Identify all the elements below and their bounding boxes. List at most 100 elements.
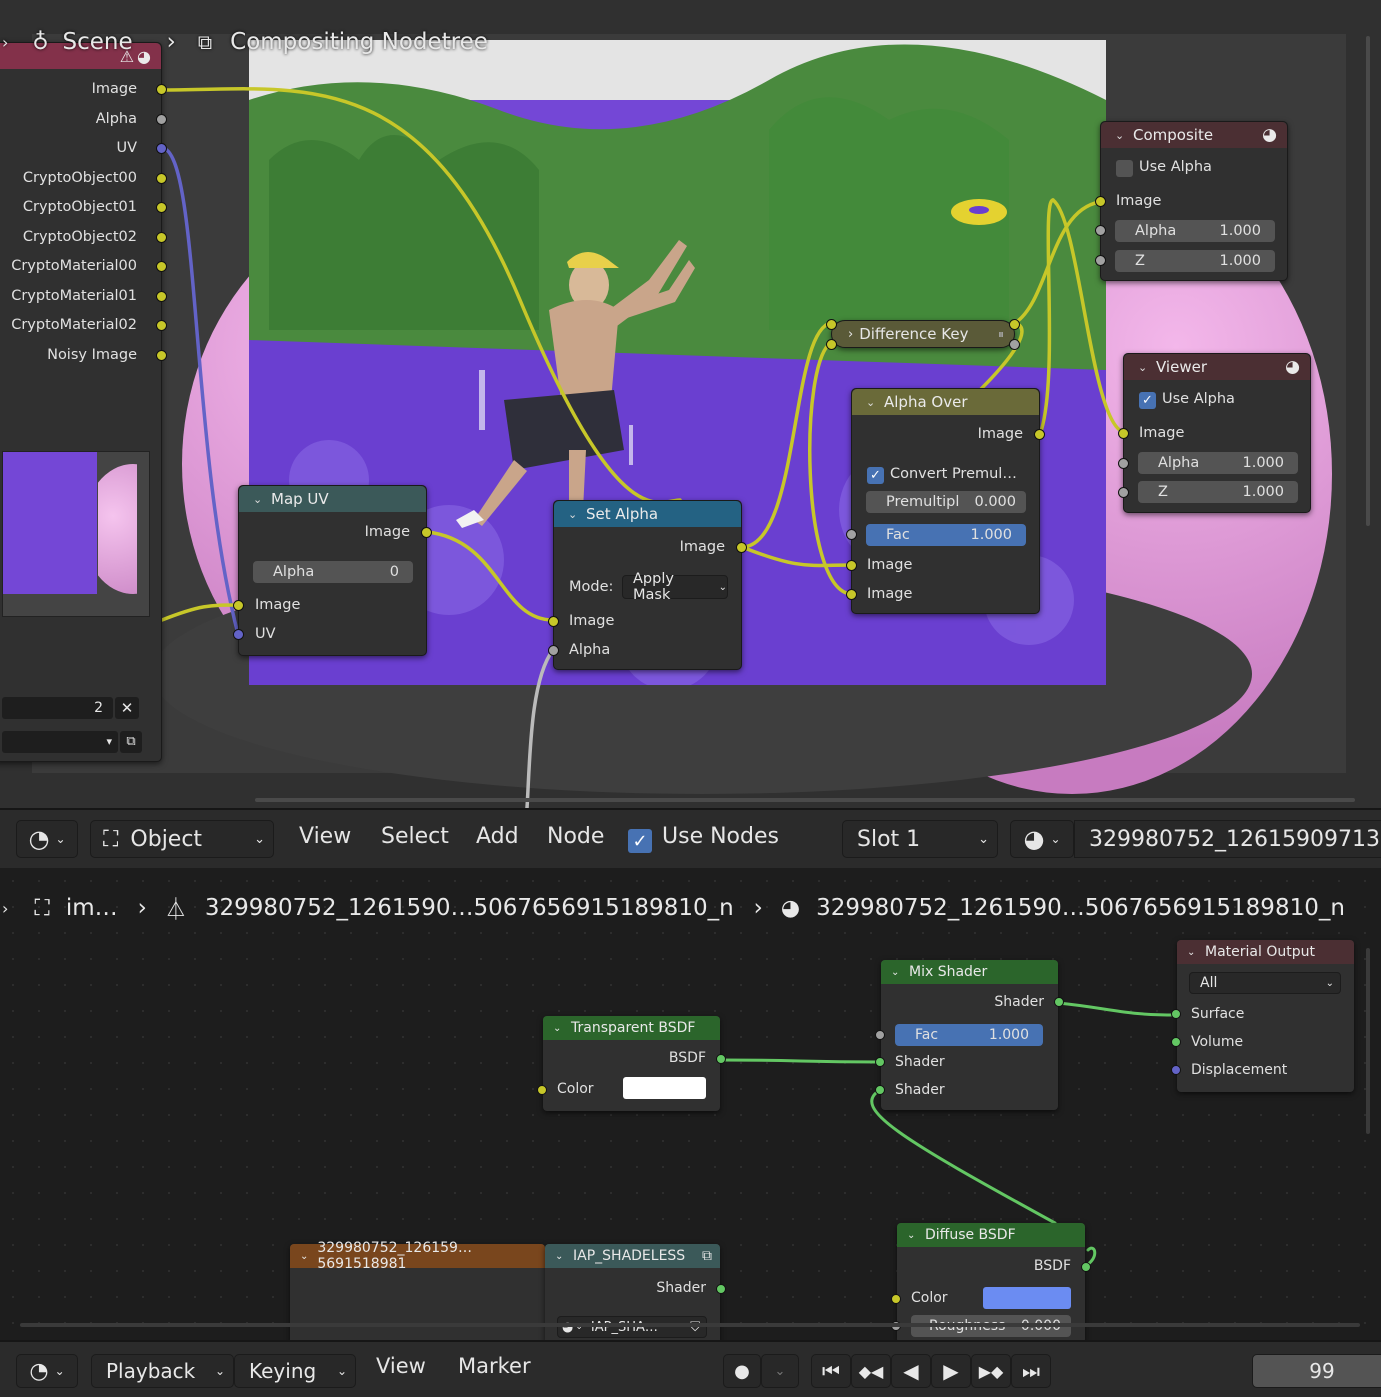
iap-shadeless-header[interactable]: ⌄ IAP_SHADELESS ⧉ [545,1244,720,1268]
composite-alpha-field[interactable]: Alpha 1.000 [1115,220,1275,242]
mix-shader-input1-socket[interactable] [875,1057,885,1067]
timeline-menu-marker[interactable]: Marker [458,1354,531,1378]
viewer-z-field[interactable]: Z 1.000 [1138,481,1298,503]
composite-header[interactable]: ⌄ Composite ◕ [1101,122,1287,148]
fake-user-shield-icon[interactable]: ⛉ [690,1320,700,1335]
material-output-displacement-socket[interactable] [1171,1065,1181,1075]
layer-select-dropdown[interactable]: ▾ [2,731,118,753]
material-output-header[interactable]: ⌄ Material Output [1177,940,1354,964]
mix-shader-node[interactable]: ⌄ Mix Shader Shader Fac 1.000 Shader Shade… [875,960,1064,1110]
compositor-vertical-scrollbar[interactable] [1366,36,1370,526]
map-uv-header[interactable]: ⌄ Map UV [239,486,426,512]
current-frame-field[interactable]: 99 [1252,1354,1381,1388]
collapse-chevron-icon[interactable]: ⌄ [553,1023,563,1034]
composite-alpha-socket[interactable] [1095,225,1106,236]
transparent-bsdf-header[interactable]: ⌄ Transparent BSDF [543,1016,720,1040]
playback-dropdown[interactable]: Playback ⌄ [91,1354,234,1388]
collapse-chevron-icon[interactable]: ⌄ [253,493,263,506]
mix-shader-input2-socket[interactable] [875,1085,885,1095]
material-browse-button[interactable]: ◕ ⌄ [1010,820,1074,858]
layer-remove-button[interactable]: ✕ [115,697,139,719]
keying-dropdown[interactable]: Keying ⌄ [234,1354,356,1388]
menu-select[interactable]: Select [381,824,449,849]
collapse-chevron-icon[interactable]: ⌄ [555,1251,565,1262]
render-layers-output-socket[interactable] [156,261,167,272]
layer-count-field[interactable]: 2 [2,697,113,719]
alpha-over-node[interactable]: ⌄ Alpha Over Image ✓ Convert Premul… Prem… [846,388,1045,614]
render-layers-output-socket[interactable] [156,172,167,184]
composite-use-alpha-checkbox[interactable] [1116,160,1133,177]
render-layers-output-socket[interactable] [156,84,167,95]
expand-chevron-icon[interactable]: › [848,327,853,342]
alpha-over-header[interactable]: ⌄ Alpha Over [852,389,1039,415]
diffuse-bsdf-color-swatch[interactable] [983,1287,1071,1309]
collapse-chevron-icon[interactable]: ⌄ [907,1230,917,1241]
composite-z-socket[interactable] [1095,255,1106,266]
shader-horizontal-scrollbar[interactable] [20,1323,1360,1327]
viewer-alpha-socket[interactable] [1118,458,1129,469]
alpha-over-input-image1-socket[interactable] [846,560,857,571]
set-alpha-mode-select[interactable]: Apply Mask ⌄ [622,571,728,603]
set-alpha-input-image-socket[interactable] [548,616,559,627]
convert-premul-checkbox[interactable]: ✓ [867,467,884,484]
render-layers-output-socket[interactable] [156,143,167,154]
viewer-input-image-socket[interactable] [1118,428,1129,439]
jump-to-prev-keyframe-button[interactable]: ◆◀ [851,1354,891,1388]
menu-node[interactable]: Node [547,824,604,849]
composite-input-image-socket[interactable] [1095,196,1106,207]
map-uv-input-uv-socket[interactable] [233,629,244,640]
object-mode-dropdown[interactable]: ⛶ Object ⌄ [90,820,274,858]
timeline-editor-type-button[interactable]: ◔ ⌄ [16,1354,78,1388]
alpha-over-input-image2-socket[interactable] [846,589,857,600]
viewer-z-socket[interactable] [1118,487,1129,498]
viewer-use-alpha-checkbox[interactable]: ✓ [1139,392,1156,409]
collapse-chevron-icon[interactable]: ⌄ [568,508,578,521]
compositor-horizontal-scrollbar[interactable] [255,798,1355,802]
material-name-field[interactable]: 329980752_12615909713 [1074,820,1381,858]
set-alpha-input-alpha-socket[interactable] [548,645,559,656]
set-alpha-header[interactable]: ⌄ Set Alpha [554,501,741,527]
breadcrumb-scene[interactable]: Scene [63,29,133,55]
difference-key-input-1-socket[interactable] [826,319,837,330]
diffuse-bsdf-color-socket[interactable] [891,1294,901,1304]
mix-shader-fac-socket[interactable] [875,1030,885,1040]
viewer-node[interactable]: ⌄ Viewer ◕ ✓ Use Alpha Image Alpha 1.000 Z 1… [1118,353,1311,513]
render-layers-output-socket[interactable] [156,231,167,243]
menu-view[interactable]: View [299,824,351,849]
slot-dropdown[interactable]: Slot 1 ⌄ [842,820,998,858]
render-layers-output-socket[interactable] [156,202,167,213]
material-output-target-select[interactable]: All ⌄ [1189,972,1341,994]
set-alpha-node[interactable]: ⌄ Set Alpha Image Mode: Apply Mask ⌄ Image… [548,500,747,670]
material-output-surface-socket[interactable] [1171,1009,1181,1019]
image-texture-header[interactable]: ⌄ 329980752_126159…5691518981 [290,1240,545,1272]
collapse-chevron-icon[interactable]: ⌄ [1187,947,1197,958]
map-uv-output-image-socket[interactable] [421,527,432,538]
difference-key-output-2-socket[interactable] [1009,339,1020,350]
keying-options-button[interactable]: ⌄ [761,1354,799,1388]
menu-add[interactable]: Add [476,824,519,849]
viewer-header[interactable]: ⌄ Viewer ◕ [1124,354,1310,380]
jump-to-next-keyframe-button[interactable]: ▶◆ [971,1354,1011,1388]
collapse-chevron-icon[interactable]: ⌄ [866,396,876,409]
composite-node[interactable]: ⌄ Composite ◕ Use Alpha Image Alpha 1.000 Z… [1095,121,1288,281]
play-button[interactable]: ▶ [931,1354,971,1388]
play-reverse-button[interactable]: ◀ [891,1354,931,1388]
breadcrumb-tree[interactable]: Compositing Nodetree [230,29,488,55]
material-output-volume-socket[interactable] [1171,1037,1181,1047]
render-layers-output-socket[interactable] [156,320,167,331]
premultiply-field[interactable]: Premultipl 0.000 [866,491,1026,513]
render-layers-output-socket[interactable] [156,349,167,361]
mix-shader-output-socket[interactable] [1054,997,1064,1007]
difference-key-input-2-socket[interactable] [826,339,837,350]
iap-shadeless-output-socket[interactable] [716,1284,726,1294]
timeline-menu-view[interactable]: View [376,1354,426,1378]
difference-key-node[interactable]: › Difference Key ⏸ [826,319,1020,350]
mix-shader-fac-field[interactable]: Fac 1.000 [895,1024,1043,1046]
composite-z-field[interactable]: Z 1.000 [1115,250,1275,272]
auto-keying-button[interactable]: ● [723,1354,761,1388]
jump-to-end-button[interactable]: ⏭ [1011,1354,1051,1388]
diffuse-bsdf-output-socket[interactable] [1081,1262,1091,1272]
material-output-node[interactable]: ⌄ Material Output All ⌄ Surface Volume Dis… [1171,940,1354,1092]
difference-key-output-1-socket[interactable] [1009,319,1020,330]
render-layers-output-socket[interactable] [156,290,167,302]
